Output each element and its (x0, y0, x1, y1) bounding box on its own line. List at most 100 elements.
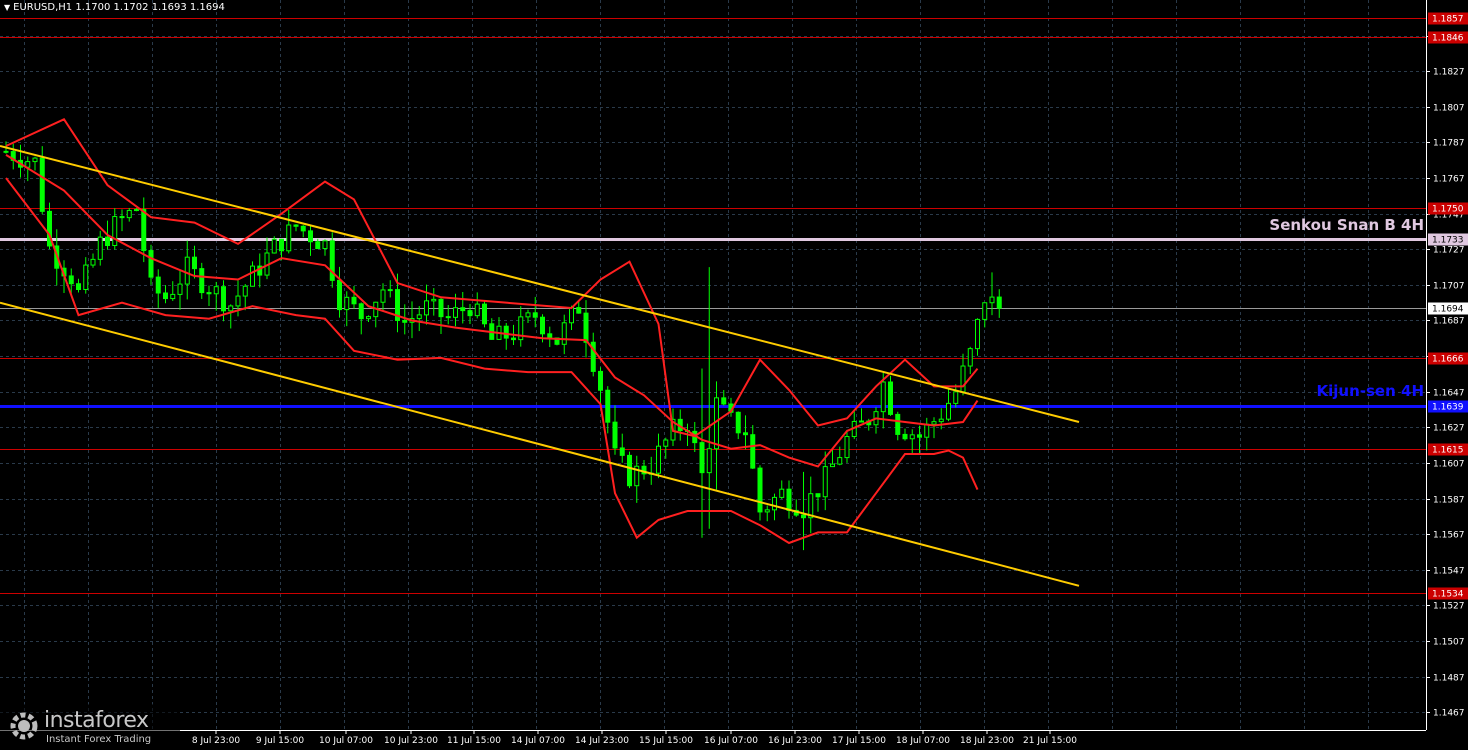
candle-body (97, 236, 103, 260)
level-price-tag-label: 1.1733 (1432, 236, 1464, 246)
candle-body (503, 325, 509, 339)
y-tick-label: 1.1767 (1433, 175, 1465, 185)
candle-body (801, 514, 806, 519)
candle-body (358, 303, 364, 320)
candle-body (547, 333, 553, 339)
candle-body (76, 283, 81, 290)
candle-body (786, 488, 792, 511)
candle-body (322, 240, 328, 250)
candle-body (982, 302, 988, 320)
candle-body (598, 370, 603, 391)
candle-body (199, 268, 205, 294)
candle-body (380, 289, 386, 303)
candle-body (474, 303, 480, 317)
y-tick-label: 1.1507 (1433, 638, 1465, 648)
y-tick-label: 1.1647 (1433, 389, 1465, 399)
x-tick-label: 18 Jul 07:00 (896, 736, 950, 746)
candle-body (605, 389, 611, 423)
candle-body (250, 265, 255, 287)
candle-body (134, 209, 139, 212)
y-tick-label: 1.1567 (1433, 531, 1465, 541)
candle-body (772, 496, 777, 511)
candle-body (880, 381, 886, 413)
candle-body (960, 365, 966, 393)
chart-window: 1.1467 1.1487 1.1507 1.1527 1.1547 1.1567 1.15… (0, 0, 1468, 750)
candle-body (619, 447, 625, 456)
candle-body (279, 238, 284, 252)
candle-body (902, 433, 908, 440)
x-tick-label: 8 Jul 23:00 (192, 736, 241, 746)
candle-body (924, 423, 930, 438)
x-tick-label: 21 Jul 15:00 (1023, 736, 1077, 746)
candle-body (561, 322, 567, 345)
candle-body (525, 312, 531, 318)
candle-body (967, 348, 973, 367)
candle-body (431, 298, 437, 302)
x-tick-label: 17 Jul 15:00 (832, 736, 886, 746)
y-tick-label: 1.1607 (1433, 460, 1465, 470)
candle-body (424, 300, 429, 316)
level-price-tag-label: 1.1846 (1432, 34, 1464, 44)
x-tick-label: 9 Jul 15:00 (256, 736, 305, 746)
candle-body (583, 312, 589, 343)
level-price-tag-label: 1.1639 (1432, 403, 1464, 413)
candle-body (445, 316, 451, 319)
y-tick-label: 1.1787 (1433, 139, 1465, 149)
candle-body (917, 434, 922, 438)
candle-body (938, 418, 944, 423)
candle-body (540, 316, 545, 335)
candle-body (163, 292, 168, 300)
kijun-sen-label: Kijun-sen 4H (1316, 382, 1424, 400)
candle-body (888, 381, 893, 415)
symbol-label: EURUSD,H1 (13, 2, 73, 13)
candle-body (721, 397, 727, 405)
x-tick-label: 16 Jul 23:00 (768, 736, 822, 746)
candle-body (32, 157, 38, 163)
candle-body (438, 298, 444, 318)
candle-body (242, 285, 248, 297)
candle-body (663, 439, 669, 447)
candle-body (989, 296, 995, 304)
x-tick-label: 15 Jul 15:00 (639, 736, 693, 746)
instaforex-watermark: instaforex Instant Forex Trading (0, 704, 180, 750)
y-tick-label: 1.1687 (1433, 317, 1465, 327)
candle-body (170, 293, 176, 300)
candle-body (315, 241, 321, 250)
x-tick-label: 11 Jul 15:00 (447, 736, 501, 746)
candle-body (822, 466, 828, 498)
x-tick-label: 16 Jul 07:00 (704, 736, 758, 746)
candle-body (293, 224, 299, 227)
candle-body (366, 316, 371, 320)
candle-body (909, 434, 915, 440)
candle-body (119, 216, 125, 219)
x-tick-label: 10 Jul 23:00 (384, 736, 438, 746)
y-tick-label: 1.1707 (1433, 282, 1465, 292)
candle-body (996, 296, 1002, 309)
candle-body (402, 319, 408, 323)
x-tick-label: 10 Jul 07:00 (319, 736, 373, 746)
level-price-tag-label: 1.1615 (1432, 446, 1464, 456)
dropdown-triangle-icon[interactable]: ▼ (4, 3, 10, 12)
plot-area (0, 0, 1426, 730)
candle-body (206, 292, 212, 295)
candle-body (750, 434, 756, 469)
level-price-tag-label: 1.1666 (1432, 355, 1464, 365)
candle-body (895, 413, 901, 435)
watermark-tagline: Instant Forex Trading (46, 734, 152, 745)
candle-body (68, 275, 74, 285)
candle-body (612, 421, 618, 449)
candle-body (192, 256, 197, 270)
gear-logo-icon (10, 712, 38, 740)
x-tick-label: 14 Jul 07:00 (511, 736, 565, 746)
candle-body (235, 295, 241, 307)
candle-body (953, 391, 959, 404)
candle-body (90, 258, 96, 266)
level-price-tag-label: 1.1534 (1432, 590, 1464, 600)
senkou-span-b-label: Senkou Snan B 4H (1269, 216, 1424, 234)
candle-body (576, 307, 582, 314)
candle-body (228, 305, 234, 312)
candle-body (815, 493, 821, 498)
candle-body (184, 256, 190, 285)
candle-body (931, 421, 937, 425)
level-price-tag-label: 1.1857 (1432, 15, 1464, 25)
